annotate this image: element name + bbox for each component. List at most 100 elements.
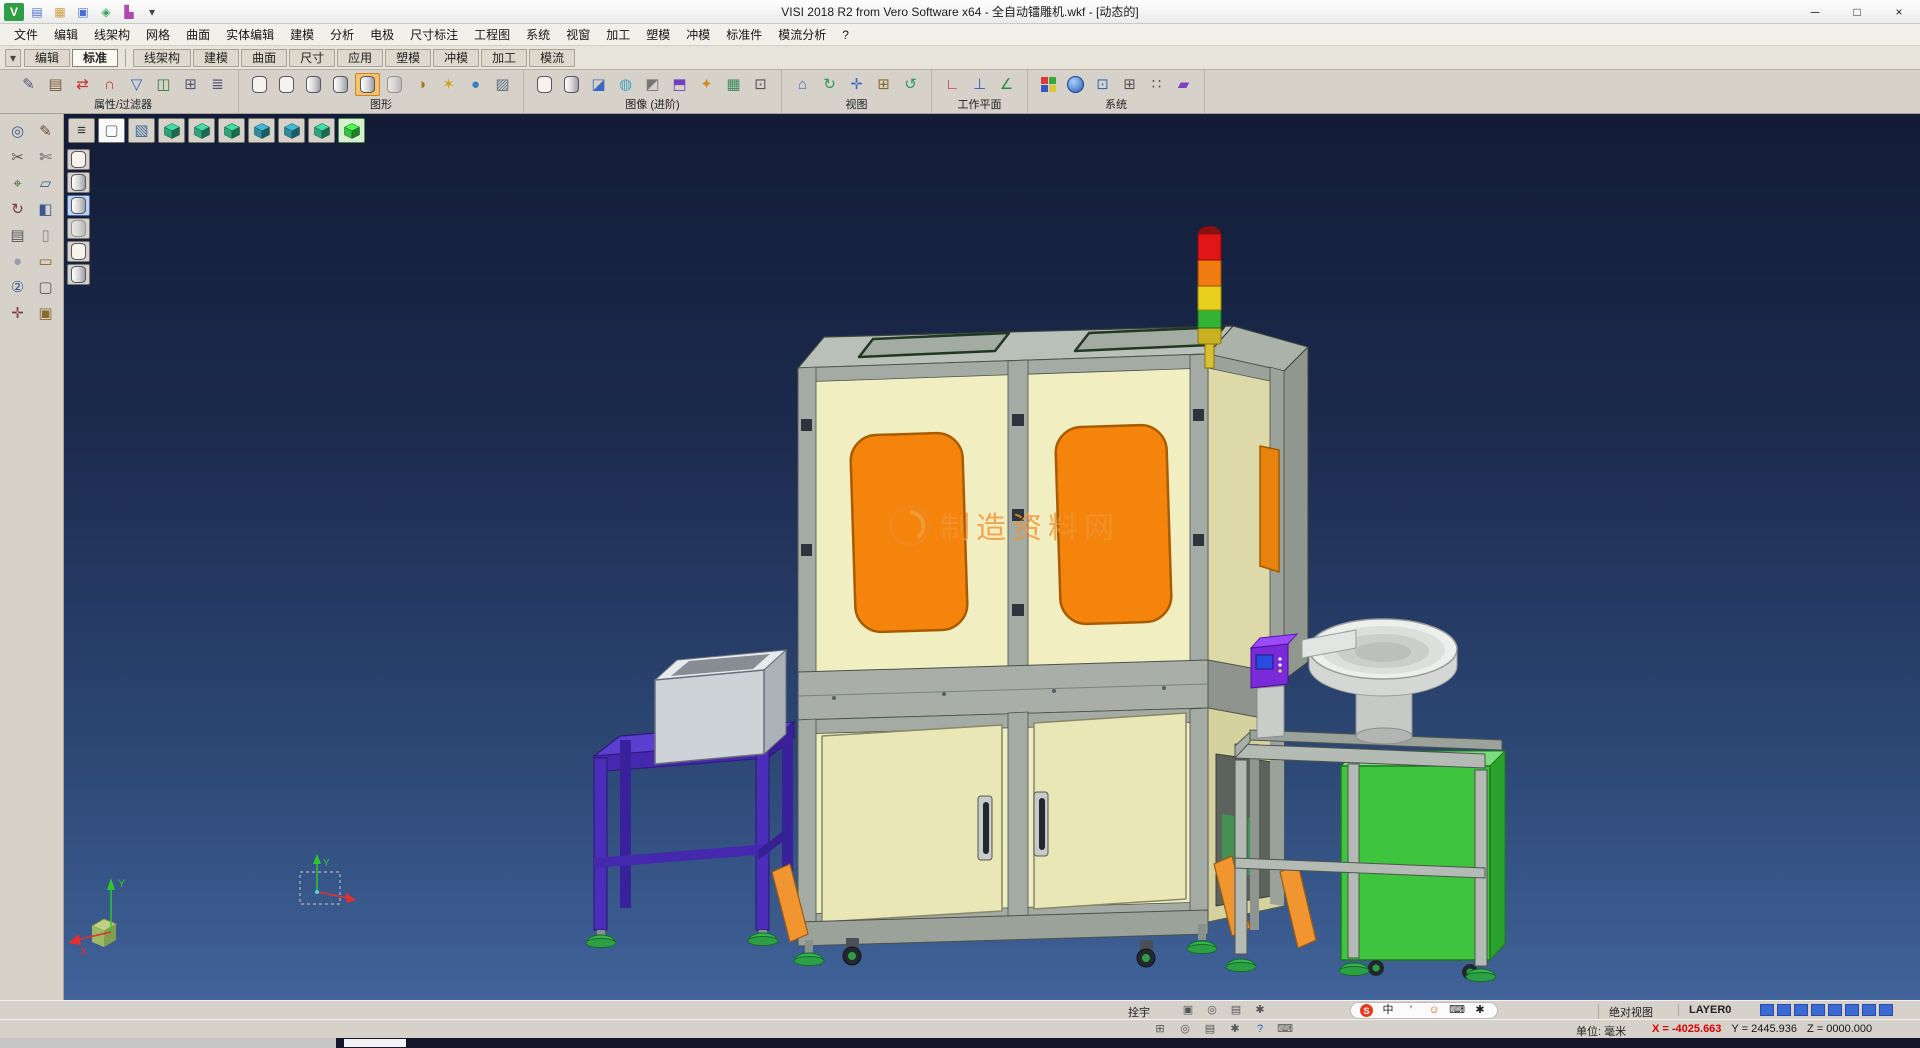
selection-box-icon[interactable]: ▧ xyxy=(128,118,155,143)
app-logo[interactable]: V xyxy=(4,3,24,21)
move-icon[interactable]: ⌖ xyxy=(5,171,31,195)
viewport-canvas[interactable]: 制造资料网 Y X Y xyxy=(64,114,1920,1000)
globe-icon[interactable] xyxy=(1063,73,1088,96)
perspective-icon[interactable]: ⬒ xyxy=(667,73,692,96)
tab-模流[interactable]: 模流 xyxy=(529,49,575,67)
zoom-window-icon[interactable]: ⊞ xyxy=(871,73,896,96)
menu-尺寸标注[interactable]: 尺寸标注 xyxy=(402,26,466,43)
flat-shade-view-icon[interactable] xyxy=(301,73,326,96)
sphere-icon[interactable]: ● xyxy=(5,249,31,273)
light-settings-icon[interactable]: ✶ xyxy=(436,73,461,96)
doc-status-icon[interactable]: ▤ xyxy=(1202,1021,1218,1037)
tab-曲面[interactable]: 曲面 xyxy=(241,49,287,67)
save-icon[interactable]: ▣ xyxy=(73,3,93,21)
tab-编辑[interactable]: 编辑 xyxy=(24,49,70,67)
menu-建模[interactable]: 建模 xyxy=(282,26,322,43)
menu-模流分析[interactable]: 模流分析 xyxy=(770,26,834,43)
chart-icon[interactable]: ▙ xyxy=(119,3,139,21)
front-view-cube-icon[interactable] xyxy=(188,118,215,143)
menu-电极[interactable]: 电极 xyxy=(362,26,402,43)
zoom-status-icon[interactable]: ◎ xyxy=(1177,1021,1193,1037)
link-graph-icon[interactable]: ◈ xyxy=(96,3,116,21)
machine-main-cabinet[interactable] xyxy=(798,326,1308,946)
iso-view-cube-icon[interactable] xyxy=(158,118,185,143)
menu-视窗[interactable]: 视窗 xyxy=(558,26,598,43)
ime-keyboard-icon[interactable]: ⌨ xyxy=(1449,1003,1465,1019)
top-view-cube-icon[interactable] xyxy=(218,118,245,143)
cplane-icon[interactable]: ▰ xyxy=(1171,73,1196,96)
menu-?[interactable]: ? xyxy=(834,28,857,42)
tab-dropdown[interactable]: ▾ xyxy=(5,49,21,67)
workplane-xy-icon[interactable]: ∟ xyxy=(940,73,965,96)
zoom-extents-icon[interactable]: ⌂ xyxy=(790,73,815,96)
tab-标准[interactable]: 标准 xyxy=(72,49,118,67)
tab-冲模[interactable]: 冲模 xyxy=(433,49,479,67)
note-icon[interactable]: ▭ xyxy=(33,249,59,273)
shadow-icon[interactable]: ◩ xyxy=(640,73,665,96)
menu-分析[interactable]: 分析 xyxy=(322,26,362,43)
minimize-button[interactable]: ─ xyxy=(1794,0,1836,23)
layer-label[interactable]: LAYER0 xyxy=(1678,1004,1731,1016)
right-view-cube-icon[interactable] xyxy=(278,118,305,143)
hidden-line-view-icon[interactable] xyxy=(274,73,299,96)
mirror-icon[interactable]: ◧ xyxy=(33,197,59,221)
texture-icon[interactable]: ▦ xyxy=(721,73,746,96)
tab-尺寸[interactable]: 尺寸 xyxy=(289,49,335,67)
print-icon[interactable]: ▤ xyxy=(5,223,31,247)
tab-应用[interactable]: 应用 xyxy=(337,49,383,67)
page-icon[interactable]: ▯ xyxy=(33,223,59,247)
menu-系统[interactable]: 系统 xyxy=(518,26,558,43)
status-doc-icon[interactable]: ▤ xyxy=(1228,1002,1244,1018)
grid-icon[interactable]: ⊞ xyxy=(1117,73,1142,96)
element-mask-icon[interactable]: ⊞ xyxy=(178,73,203,96)
shaded-edges-view-icon[interactable] xyxy=(355,73,380,96)
image-shading-icon[interactable] xyxy=(559,73,584,96)
menu-标准件[interactable]: 标准件 xyxy=(718,26,770,43)
left-view-cube-icon[interactable] xyxy=(248,118,275,143)
menu-编辑[interactable]: 编辑 xyxy=(46,26,86,43)
render-mode-2-icon[interactable] xyxy=(67,172,90,193)
menu-网格[interactable]: 网格 xyxy=(138,26,178,43)
render-mode-5-icon[interactable] xyxy=(67,241,90,262)
reflection-icon[interactable]: ◍ xyxy=(613,73,638,96)
view-mode-label[interactable]: 绝对视图 xyxy=(1598,1004,1653,1020)
render-mode-3-icon[interactable] xyxy=(67,195,90,216)
ime-emoji-icon[interactable]: ☺ xyxy=(1426,1003,1442,1019)
help-status-icon[interactable]: ? xyxy=(1252,1021,1268,1037)
image-quality-icon[interactable] xyxy=(532,73,557,96)
background-icon[interactable]: ▨ xyxy=(490,73,515,96)
axes-icon[interactable]: ✛ xyxy=(5,301,31,325)
pan-view-icon[interactable]: ✛ xyxy=(844,73,869,96)
star-render-icon[interactable]: ✦ xyxy=(694,73,719,96)
menu-实体编辑[interactable]: 实体编辑 xyxy=(218,26,282,43)
gouraud-shade-view-icon[interactable] xyxy=(328,73,353,96)
tab-塑模[interactable]: 塑模 xyxy=(385,49,431,67)
color-palette-icon[interactable] xyxy=(1036,73,1061,96)
workplane-align-icon[interactable]: ⊥ xyxy=(967,73,992,96)
material-bin[interactable] xyxy=(655,650,786,764)
sogou-logo-icon[interactable]: S xyxy=(1360,1004,1373,1017)
close-button[interactable]: × xyxy=(1878,0,1920,23)
snap-grid-icon[interactable]: ⊞ xyxy=(1152,1021,1168,1037)
rotate-view-icon[interactable]: ↻ xyxy=(817,73,842,96)
menu-曲面[interactable]: 曲面 xyxy=(178,26,218,43)
box-icon[interactable]: ▢ xyxy=(33,275,59,299)
copy-attributes-icon[interactable]: ▤ xyxy=(43,73,68,96)
tab-加工[interactable]: 加工 xyxy=(481,49,527,67)
status-target-icon[interactable]: ◎ xyxy=(1204,1002,1220,1018)
ime-tools-icon[interactable]: ✱ xyxy=(1472,1003,1488,1019)
two-icon[interactable]: ② xyxy=(5,275,31,299)
customize-dropdown[interactable]: ▾ xyxy=(142,3,162,21)
render-mode-1-icon[interactable] xyxy=(67,149,90,170)
zoom-select-icon[interactable]: ◎ xyxy=(5,119,31,143)
rotate-icon[interactable]: ↻ xyxy=(5,197,31,221)
new-doc-icon[interactable]: ▤ xyxy=(27,3,47,21)
dynamic-section-icon[interactable]: ◪ xyxy=(586,73,611,96)
render-mode-6-icon[interactable] xyxy=(67,264,90,285)
open-doc-icon[interactable]: ▦ xyxy=(50,3,70,21)
magnet-filter-icon[interactable]: ∩ xyxy=(97,73,122,96)
status-lock-icon[interactable]: ▣ xyxy=(1180,1002,1196,1018)
ime-punct-icon[interactable]: ’ xyxy=(1403,1003,1419,1019)
menu-塑模[interactable]: 塑模 xyxy=(638,26,678,43)
render-mode-4-icon[interactable] xyxy=(67,218,90,239)
